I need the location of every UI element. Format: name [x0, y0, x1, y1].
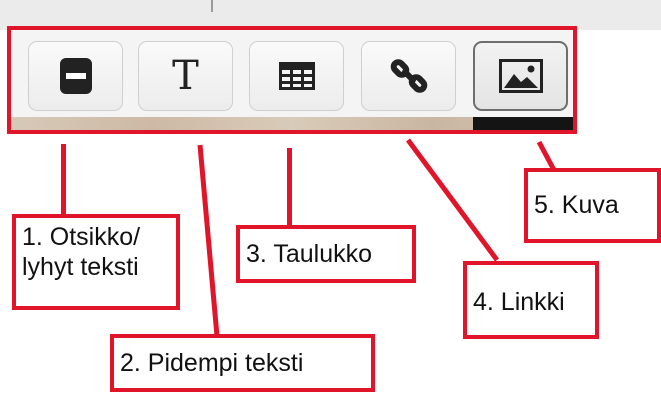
leader-line-4 [405, 138, 500, 262]
callout-heading: 1. Otsikko/ lyhyt teksti [12, 214, 180, 310]
callout-table: 3. Taulukko [236, 225, 416, 283]
callout-text-label: 2. Pidempi teksti [120, 349, 304, 377]
callout-heading-line2: lyhyt teksti [22, 253, 139, 281]
callout-link-label: 4. Linkki [473, 288, 565, 316]
leader-line-5 [536, 140, 557, 172]
callout-link: 4. Linkki [463, 261, 599, 339]
leader-line-2 [197, 144, 220, 337]
callout-image: 5. Kuva [524, 168, 661, 243]
callout-heading-line1: 1. Otsikko/ [22, 223, 141, 251]
callout-table-label: 3. Taulukko [246, 240, 373, 268]
callout-text: 2. Pidempi teksti [110, 334, 375, 392]
callout-image-label: 5. Kuva [534, 191, 619, 219]
